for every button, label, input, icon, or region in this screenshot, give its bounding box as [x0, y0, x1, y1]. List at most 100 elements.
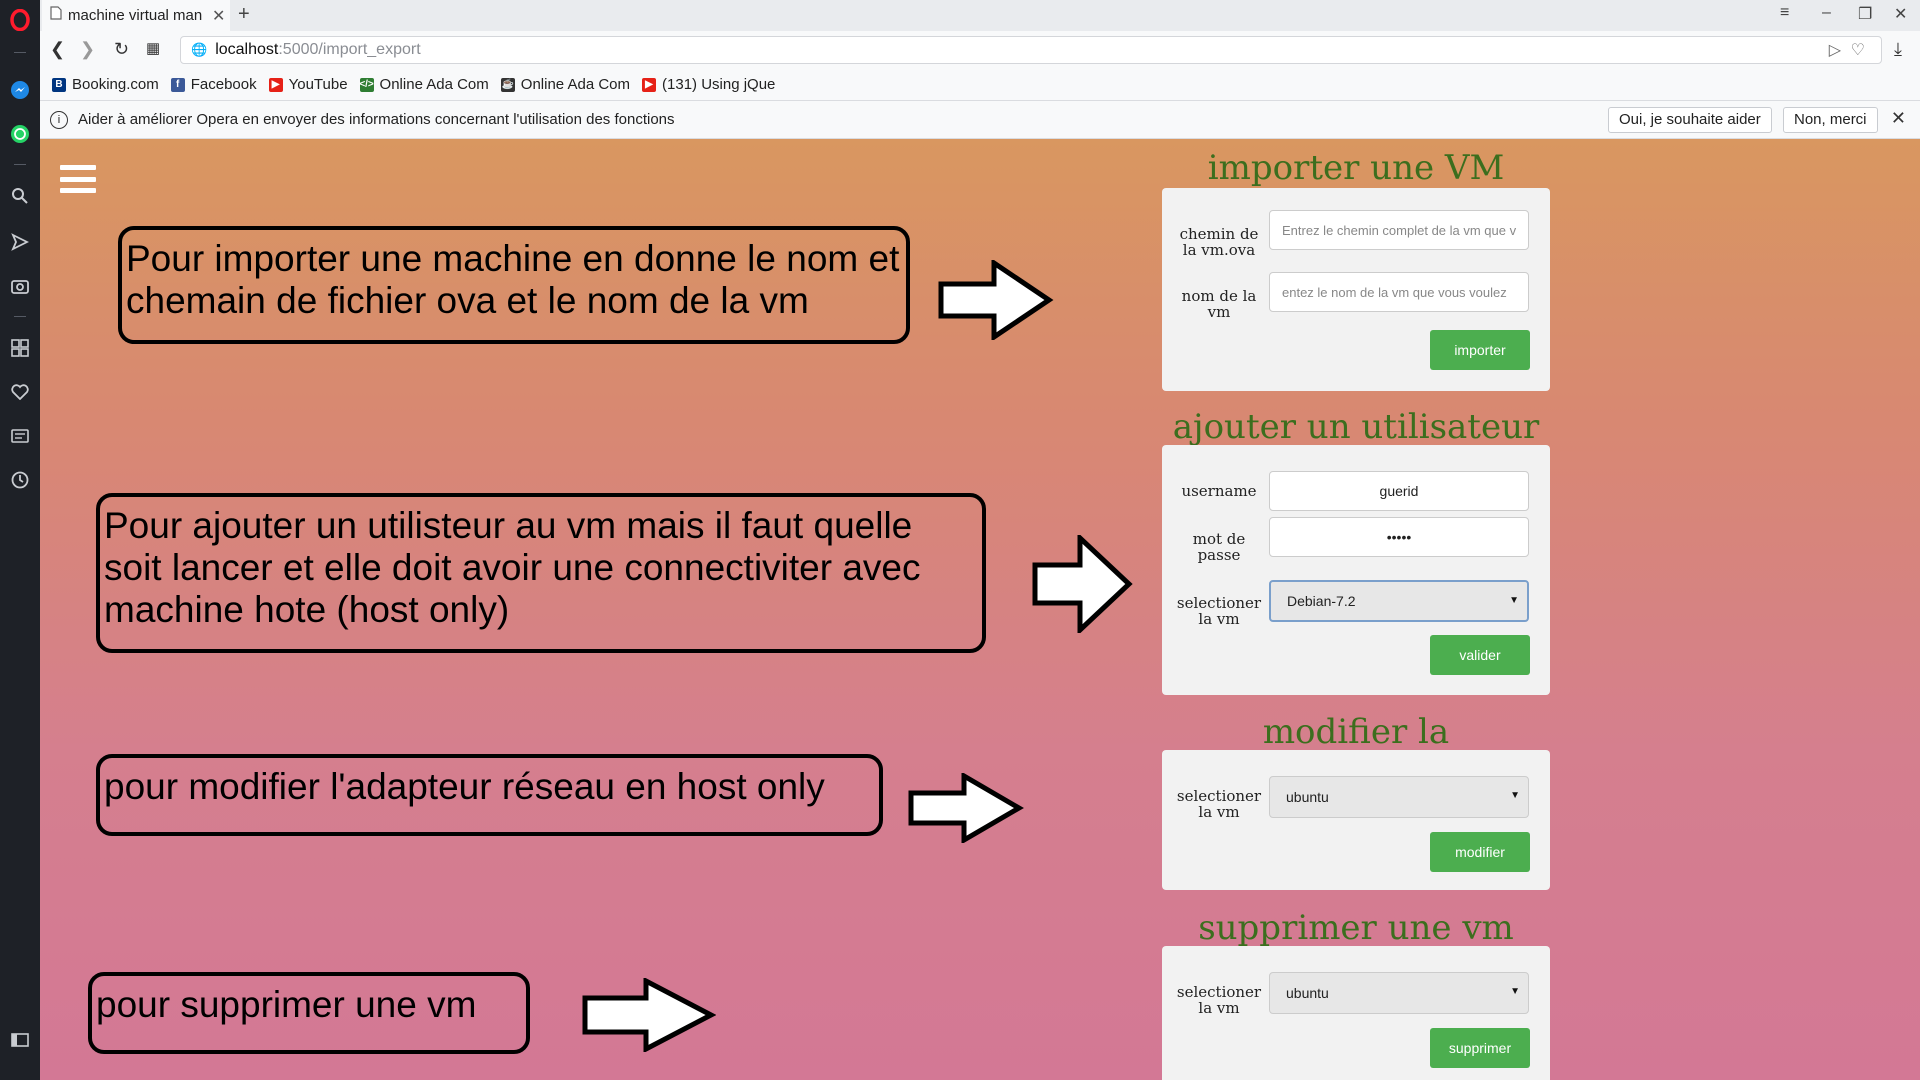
bookmark-favicon-icon: ▶	[268, 77, 283, 92]
note-import: Pour importer une machine en donne le no…	[118, 226, 910, 344]
send-page-icon[interactable]: ▷	[1829, 40, 1841, 60]
tab-title: machine virtual man	[68, 7, 203, 24]
bookmark-label: Online Ada Com	[520, 76, 631, 93]
new-tab-button[interactable]: +	[238, 3, 250, 26]
note-delete: pour supprimer une vm	[88, 972, 530, 1054]
bookmarks-bar: B Booking.com f Facebook ▶ YouTube </> Online A…	[40, 69, 1920, 101]
vm-select-value: ubuntu	[1286, 985, 1329, 1001]
bookmark-item[interactable]: ▶ YouTube	[268, 76, 348, 93]
back-button[interactable]: ❮	[50, 39, 65, 60]
vm-path-label: chemin de la vm.ova	[1179, 225, 1259, 259]
bookmark-heart-icon[interactable]: ♡	[1851, 40, 1865, 60]
password-label: mot de passe	[1192, 530, 1246, 564]
vm-name-input[interactable]: entez le nom de la vm que vous voulez	[1269, 272, 1529, 312]
note-add-user: Pour ajouter un utilisteur au vm mais il…	[96, 493, 986, 653]
bookmark-item[interactable]: ▶ (131) Using jQue	[642, 76, 775, 93]
bookmark-favicon-icon: ▶	[642, 77, 657, 92]
site-info-icon[interactable]: 🌐	[191, 42, 207, 58]
arrow-right-icon	[1032, 535, 1133, 633]
forward-button[interactable]: ❯	[80, 39, 95, 60]
news-icon[interactable]	[8, 424, 32, 448]
select-vm-label: selectioner la vm	[1176, 787, 1262, 821]
address-bar: ❮ ❯ ↻ ▦ 🌐 localhost:5000/import_export ▷…	[40, 31, 1920, 69]
minimize-button[interactable]: ‒	[1822, 4, 1831, 22]
bookmark-label: (131) Using jQue	[662, 76, 776, 93]
restore-button[interactable]: ❐	[1858, 4, 1872, 24]
vm-select-value: ubuntu	[1286, 789, 1329, 805]
import-vm-title: importer une VM	[1207, 148, 1505, 188]
page-content: Pour importer une machine en donne le no…	[40, 139, 1920, 1080]
bookmark-label: Online Ada Com	[379, 76, 489, 93]
tab-active[interactable]: machine virtual man ✕	[42, 0, 230, 31]
add-user-title: ajouter un utilisateur	[1172, 407, 1540, 447]
decline-help-button[interactable]: Non, merci	[1783, 107, 1878, 133]
delete-vm-card: selectioner la vm ubuntu ▼ supprimer	[1162, 946, 1550, 1080]
tab-close-icon[interactable]: ✕	[212, 6, 225, 26]
bookmark-favicon-icon: </>	[359, 77, 374, 92]
opera-sidebar	[0, 0, 40, 1080]
note-modify: pour modifier l'adapteur réseau en host …	[96, 754, 883, 836]
info-bar: i Aider à améliorer Opera en envoyer des…	[40, 101, 1920, 139]
password-input[interactable]: •••••	[1269, 517, 1529, 557]
arrow-right-icon	[938, 260, 1054, 340]
modify-config-card: selectioner la vm ubuntu ▼ modifier	[1162, 750, 1550, 890]
chevron-down-icon: ▼	[1509, 595, 1519, 606]
menu-icon[interactable]	[60, 165, 96, 193]
info-message: Aider à améliorer Opera en envoyer des i…	[78, 111, 675, 128]
whatsapp-icon[interactable]	[8, 122, 32, 146]
camera-icon[interactable]	[8, 274, 32, 298]
tabs-grid-icon[interactable]: ▦	[146, 39, 160, 57]
vm-select[interactable]: Debian-7.2 ▼	[1269, 580, 1529, 622]
chevron-down-icon: ▼	[1510, 790, 1520, 801]
accept-help-button[interactable]: Oui, je souhaite aider	[1608, 107, 1772, 133]
vm-select[interactable]: ubuntu ▼	[1269, 776, 1529, 818]
info-icon: i	[50, 110, 68, 129]
send-icon[interactable]	[8, 230, 32, 254]
bookmark-label: Booking.com	[72, 76, 159, 93]
import-button[interactable]: importer	[1430, 330, 1530, 370]
select-vm-label: selectioner la vm	[1176, 983, 1262, 1017]
vm-name-label: nom de la vm	[1181, 287, 1257, 321]
messenger-icon[interactable]	[8, 78, 32, 102]
download-icon[interactable]: ⤓	[1894, 39, 1902, 60]
chevron-down-icon: ▼	[1510, 986, 1520, 997]
opera-logo-icon[interactable]	[8, 8, 32, 32]
bookmark-item[interactable]: f Facebook	[170, 76, 257, 93]
modify-button[interactable]: modifier	[1430, 832, 1530, 872]
arrow-right-icon	[908, 773, 1024, 843]
reload-button[interactable]: ↻	[114, 39, 129, 60]
arrow-right-icon	[582, 978, 716, 1052]
bookmark-item[interactable]: ☕ Online Ada Com	[500, 76, 631, 93]
delete-vm-title: supprimer une vm	[1198, 908, 1514, 948]
delete-button[interactable]: supprimer	[1430, 1028, 1530, 1068]
username-input[interactable]: guerid	[1269, 471, 1529, 511]
bookmark-item[interactable]: </> Online Ada Com	[359, 76, 489, 93]
url-host: localhost	[215, 41, 279, 58]
sidebar-toggle-icon[interactable]	[8, 1028, 32, 1052]
tab-bar: machine virtual man ✕ + ≡ ‒ ❐ ✕	[40, 0, 1920, 31]
bookmark-label: YouTube	[288, 76, 348, 93]
heart-icon[interactable]	[8, 380, 32, 404]
bookmark-label: Facebook	[190, 76, 257, 93]
add-user-card: username guerid mot de passe ••••• selec…	[1162, 445, 1550, 695]
import-vm-card: chemin de la vm.ova Entrez le chemin com…	[1162, 188, 1550, 391]
speed-dial-icon[interactable]	[8, 336, 32, 360]
validate-button[interactable]: valider	[1430, 635, 1530, 675]
username-label: username	[1181, 482, 1257, 500]
tab-menu-icon[interactable]: ≡	[1780, 4, 1789, 22]
bookmark-favicon-icon: ☕	[500, 77, 515, 92]
vm-select[interactable]: ubuntu ▼	[1269, 972, 1529, 1014]
history-icon[interactable]	[8, 468, 32, 492]
bookmark-favicon-icon: f	[170, 77, 185, 92]
search-icon[interactable]	[8, 184, 32, 208]
close-infobar-icon[interactable]: ✕	[1891, 108, 1906, 129]
url-field[interactable]: 🌐 localhost:5000/import_export ▷ ♡	[180, 36, 1882, 64]
vm-path-input[interactable]: Entrez le chemin complet de la vm que v	[1269, 210, 1529, 250]
url-path: :5000/import_export	[278, 41, 421, 58]
select-vm-label: selectioner la vm	[1176, 594, 1262, 628]
page-icon	[50, 6, 62, 25]
bookmark-item[interactable]: B Booking.com	[52, 76, 159, 93]
vm-select-value: Debian-7.2	[1287, 593, 1356, 609]
close-window-button[interactable]: ✕	[1894, 4, 1907, 24]
bookmark-favicon-icon: B	[52, 77, 66, 92]
